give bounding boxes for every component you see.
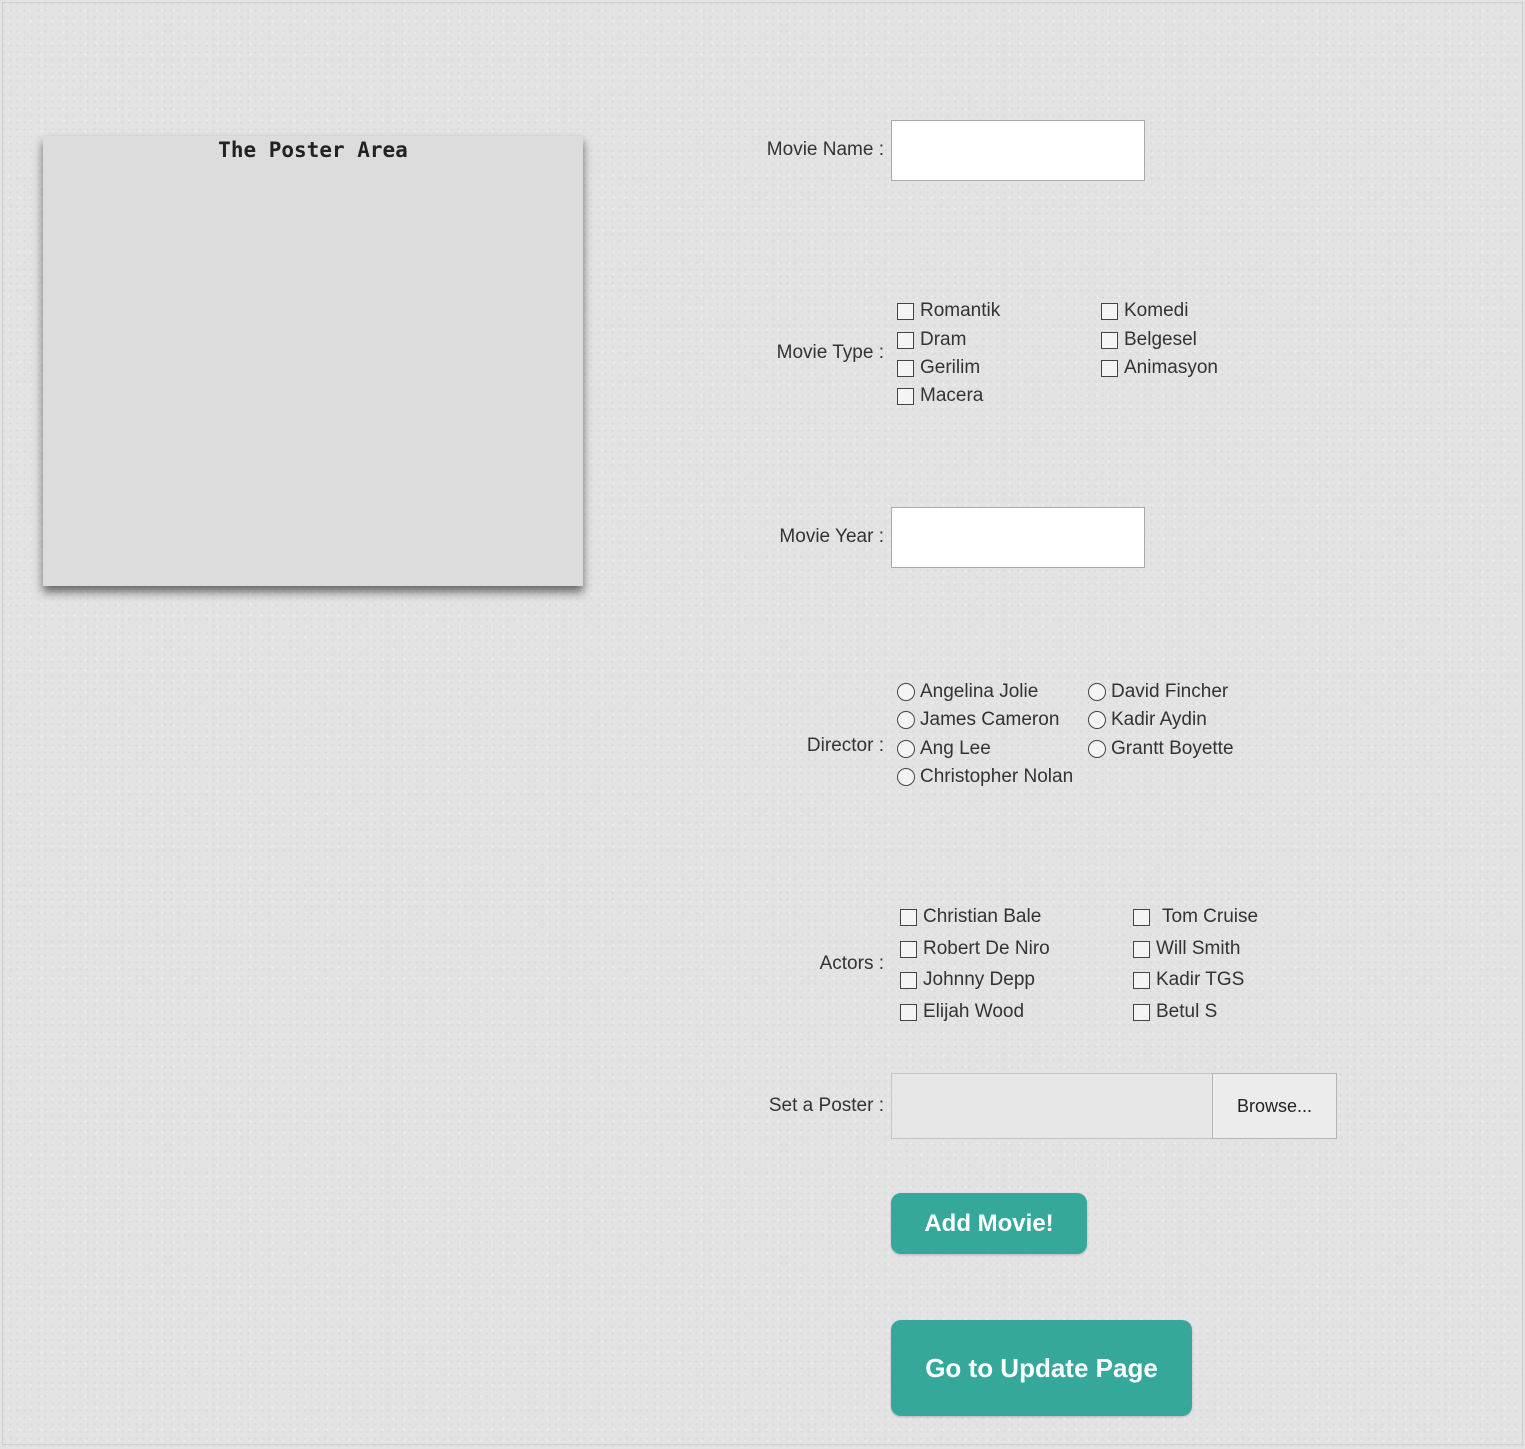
checkbox-type-gerilim[interactable]: Gerilim	[897, 357, 980, 379]
radio-icon[interactable]	[1088, 711, 1106, 729]
checkbox-actor-johnny-depp[interactable]: Johnny Depp	[900, 969, 1035, 991]
poster-area: The Poster Area	[43, 136, 583, 586]
checkbox-icon[interactable]	[1133, 940, 1150, 958]
movie-year-input[interactable]	[891, 507, 1145, 568]
checkbox-type-macera[interactable]: Macera	[897, 385, 983, 407]
radio-icon[interactable]	[897, 711, 915, 729]
checkbox-actor-tom-cruise[interactable]: Tom Cruise	[1133, 906, 1258, 928]
radio-director-james-cameron[interactable]: James Cameron	[897, 709, 1059, 731]
poster-area-title: The Poster Area	[218, 138, 408, 162]
checkbox-icon[interactable]	[1133, 971, 1150, 989]
checkbox-icon[interactable]	[1101, 331, 1118, 349]
radio-icon[interactable]	[1088, 683, 1106, 701]
checkbox-type-animasyon[interactable]: Animasyon	[1101, 357, 1218, 379]
movie-year-label: Movie Year :	[779, 526, 884, 547]
radio-director-christopher-nolan[interactable]: Christopher Nolan	[897, 766, 1073, 788]
director-label: Director :	[806, 735, 884, 756]
checkbox-icon[interactable]	[897, 331, 914, 349]
go-to-update-page-button[interactable]: Go to Update Page	[891, 1320, 1192, 1416]
checkbox-actor-kadir-tgs[interactable]: Kadir TGS	[1133, 969, 1244, 991]
checkbox-icon[interactable]	[897, 359, 914, 377]
radio-director-angelina-jolie[interactable]: Angelina Jolie	[897, 681, 1038, 703]
checkbox-icon[interactable]	[900, 1003, 917, 1021]
radio-director-grantt-boyette[interactable]: Grantt Boyette	[1088, 738, 1234, 760]
movie-type-label: Movie Type :	[776, 342, 884, 363]
radio-icon[interactable]	[1088, 740, 1106, 758]
set-poster-label: Set a Poster :	[768, 1095, 884, 1116]
checkbox-icon[interactable]	[1101, 359, 1118, 377]
checkbox-actor-elijah-wood[interactable]: Elijah Wood	[900, 1001, 1024, 1023]
checkbox-actor-will-smith[interactable]: Will Smith	[1133, 938, 1240, 960]
radio-director-kadir-aydin[interactable]: Kadir Aydin	[1088, 709, 1207, 731]
checkbox-type-romantik[interactable]: Romantik	[897, 300, 1000, 322]
radio-director-ang-lee[interactable]: Ang Lee	[897, 738, 991, 760]
checkbox-type-komedi[interactable]: Komedi	[1101, 300, 1188, 322]
checkbox-icon[interactable]	[1133, 908, 1150, 926]
checkbox-icon[interactable]	[1133, 1003, 1150, 1021]
checkbox-actor-christian-bale[interactable]: Christian Bale	[900, 906, 1041, 928]
poster-file-field[interactable]	[891, 1073, 1213, 1139]
radio-icon[interactable]	[897, 683, 915, 701]
movie-name-label: Movie Name :	[766, 139, 884, 160]
checkbox-actor-robert-de-niro[interactable]: Robert De Niro	[900, 938, 1050, 960]
checkbox-icon[interactable]	[897, 387, 914, 405]
add-movie-button[interactable]: Add Movie!	[891, 1193, 1087, 1254]
movie-name-input[interactable]	[891, 120, 1145, 181]
radio-icon[interactable]	[897, 768, 915, 786]
checkbox-type-belgesel[interactable]: Belgesel	[1101, 329, 1197, 351]
radio-director-david-fincher[interactable]: David Fincher	[1088, 681, 1228, 703]
checkbox-type-dram[interactable]: Dram	[897, 329, 966, 351]
browse-button[interactable]: Browse...	[1212, 1073, 1337, 1139]
checkbox-actor-betul-s[interactable]: Betul S	[1133, 1001, 1217, 1023]
radio-icon[interactable]	[897, 740, 915, 758]
checkbox-icon[interactable]	[1101, 302, 1118, 320]
checkbox-icon[interactable]	[900, 940, 917, 958]
actors-label: Actors :	[819, 953, 884, 974]
checkbox-icon[interactable]	[900, 971, 917, 989]
checkbox-icon[interactable]	[897, 302, 914, 320]
checkbox-icon[interactable]	[900, 908, 917, 926]
